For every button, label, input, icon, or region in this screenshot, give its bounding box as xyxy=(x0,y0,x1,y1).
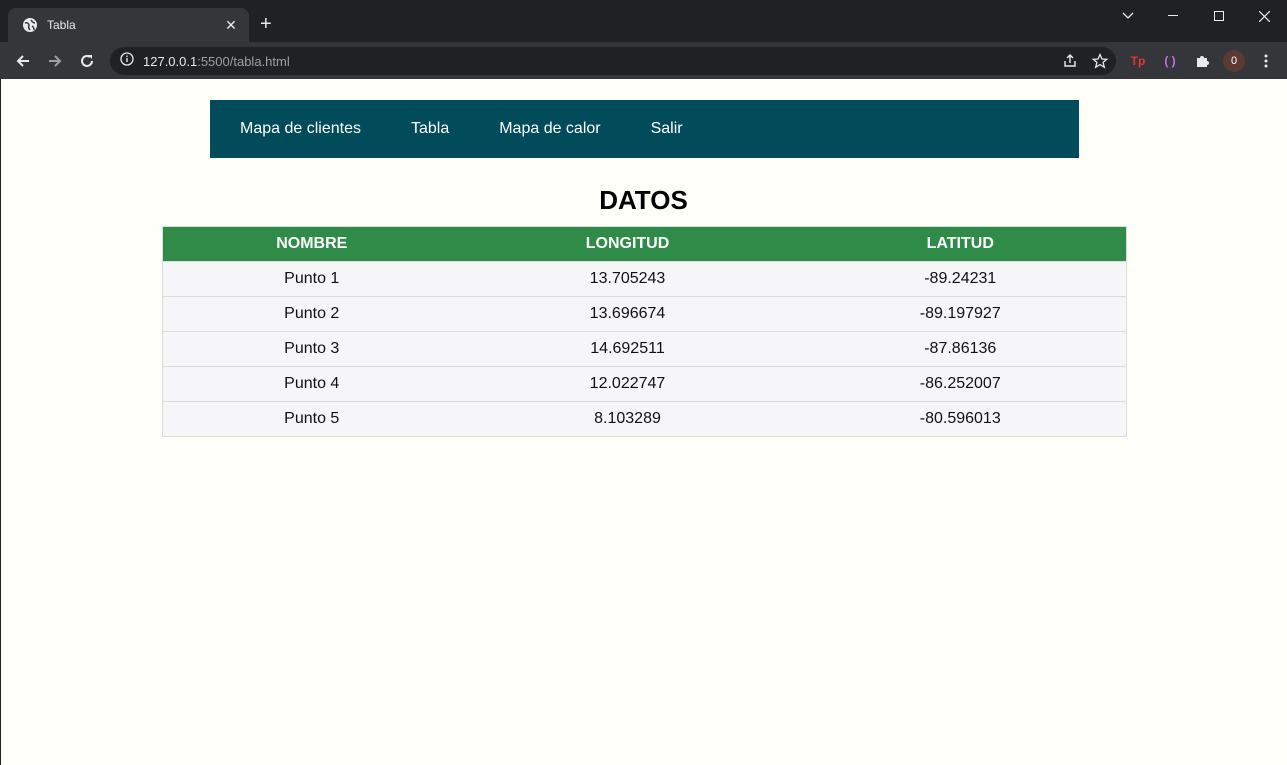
extension-brackets-icon[interactable]: ( ) xyxy=(1160,51,1180,71)
cell-nombre: Punto 2 xyxy=(162,296,461,332)
url-text: 127.0.0.1:5500/tabla.html xyxy=(143,54,290,69)
cell-nombre: Punto 1 xyxy=(162,261,461,297)
cell-latitud: -80.596013 xyxy=(794,401,1127,437)
browser-tab[interactable]: Tabla ✕ xyxy=(8,8,249,42)
cell-latitud: -87.86136 xyxy=(794,331,1127,367)
cell-longitud: 13.705243 xyxy=(460,261,795,297)
menu-kebab-icon[interactable] xyxy=(1256,51,1276,71)
extensions-puzzle-icon[interactable] xyxy=(1192,51,1212,71)
cell-longitud: 12.022747 xyxy=(460,366,795,402)
window-border xyxy=(0,79,1,765)
back-icon[interactable] xyxy=(10,48,36,74)
forward-icon[interactable] xyxy=(42,48,68,74)
cell-longitud: 13.696674 xyxy=(460,296,795,332)
table-header-row: NOMBRE LONGITUD LATITUD xyxy=(162,226,1127,262)
header-latitud: LATITUD xyxy=(794,226,1127,262)
data-table: NOMBRE LONGITUD LATITUD Punto 1 13.70524… xyxy=(162,226,1127,437)
profile-avatar[interactable]: 0 xyxy=(1223,50,1245,72)
page-title: DATOS xyxy=(599,185,688,215)
cell-nombre: Punto 5 xyxy=(162,401,461,437)
globe-icon xyxy=(22,17,38,33)
maximize-icon[interactable] xyxy=(1196,0,1242,32)
tab-search-icon[interactable] xyxy=(1105,0,1151,32)
site-navbar: Mapa de clientes Tabla Mapa de calor Sal… xyxy=(210,100,1079,158)
table-row: Punto 1 13.705243 -89.24231 xyxy=(162,261,1127,297)
cell-longitud: 8.103289 xyxy=(460,401,795,437)
table-row: Punto 5 8.103289 -80.596013 xyxy=(162,401,1127,437)
cell-longitud: 14.692511 xyxy=(460,331,795,367)
nav-salir[interactable]: Salir xyxy=(651,120,683,138)
tab-title: Tabla xyxy=(47,18,76,32)
cell-nombre: Punto 3 xyxy=(162,331,461,367)
header-nombre: NOMBRE xyxy=(162,226,461,262)
cell-latitud: -89.24231 xyxy=(794,261,1127,297)
close-tab-icon[interactable]: ✕ xyxy=(223,17,239,34)
minimize-icon[interactable] xyxy=(1150,0,1196,32)
new-tab-icon[interactable]: + xyxy=(260,14,272,34)
url-host: 127.0.0.1 xyxy=(143,53,198,69)
nav-tabla[interactable]: Tabla xyxy=(411,120,449,138)
nav-mapa-de-calor[interactable]: Mapa de calor xyxy=(499,120,600,138)
bookmark-star-icon[interactable] xyxy=(1091,52,1109,74)
reload-icon[interactable] xyxy=(74,48,100,74)
extension-tp-icon[interactable]: Tp xyxy=(1128,51,1148,71)
cell-latitud: -86.252007 xyxy=(794,366,1127,402)
browser-toolbar: 127.0.0.1:5500/tabla.html Tp ( ) xyxy=(0,42,1287,79)
table-row: Punto 2 13.696674 -89.197927 xyxy=(162,296,1127,332)
cell-nombre: Punto 4 xyxy=(162,366,461,402)
nav-mapa-de-clientes[interactable]: Mapa de clientes xyxy=(240,120,361,138)
share-icon[interactable] xyxy=(1062,53,1078,74)
info-icon[interactable] xyxy=(120,51,134,71)
browser-titlebar: Tabla ✕ + xyxy=(0,0,1287,42)
header-longitud: LONGITUD xyxy=(460,226,795,262)
table-row: Punto 4 12.022747 -86.252007 xyxy=(162,366,1127,402)
table-row: Punto 3 14.692511 -87.86136 xyxy=(162,331,1127,367)
cell-latitud: -89.197927 xyxy=(794,296,1127,332)
url-path: :5500/tabla.html xyxy=(197,53,290,69)
address-bar[interactable]: 127.0.0.1:5500/tabla.html xyxy=(110,47,1116,75)
close-window-icon[interactable] xyxy=(1241,0,1287,32)
